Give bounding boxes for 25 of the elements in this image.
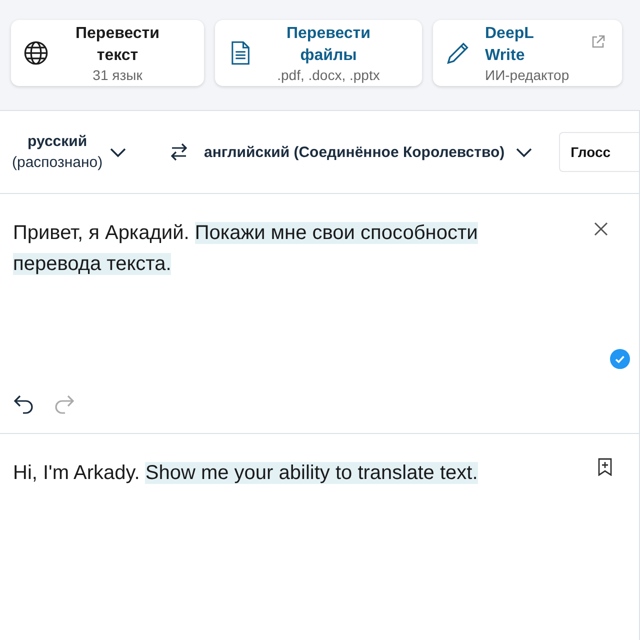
chevron-down-icon [514, 146, 533, 158]
swap-icon[interactable] [168, 141, 190, 163]
plain-text: Hi, I'm Arkady. [13, 462, 140, 484]
mode-tab[interactable]: DeepL Write ИИ-редактор [433, 20, 622, 86]
highlighted-text[interactable]: перевода текста. [13, 253, 172, 275]
source-language[interactable]: русский [28, 133, 88, 150]
tab-title: Перевести файлы [286, 24, 372, 66]
tab-title: DeepL Write [485, 24, 535, 66]
highlighted-text: Show me your ability to translate text. [145, 462, 478, 484]
mode-tab[interactable]: Перевести текст 31 язык [11, 20, 204, 86]
close-icon[interactable] [593, 221, 609, 237]
bookmark-add-icon[interactable] [597, 458, 613, 476]
tab-subtitle: 31 язык [92, 67, 142, 83]
glossary-button[interactable]: Глосс [558, 132, 639, 172]
target-language[interactable]: английский (Соединённое Королевство) [204, 144, 505, 160]
tab-subtitle: ИИ-редактор [485, 67, 570, 83]
detected-note: (распознано) [12, 154, 103, 171]
chevron-down-icon [108, 146, 127, 158]
globe-icon [23, 40, 49, 66]
tab-subtitle: .pdf, .docx, .pptx [277, 67, 380, 83]
tab-title: Перевести текст [74, 24, 160, 66]
highlighted-text[interactable]: Покажи мне свои способности [194, 222, 478, 244]
mode-tab[interactable]: Перевести файлы .pdf, .docx, .pptx [215, 20, 422, 86]
plain-text[interactable]: Привет, я Аркадий. [13, 222, 190, 244]
pencil-icon [445, 40, 471, 66]
